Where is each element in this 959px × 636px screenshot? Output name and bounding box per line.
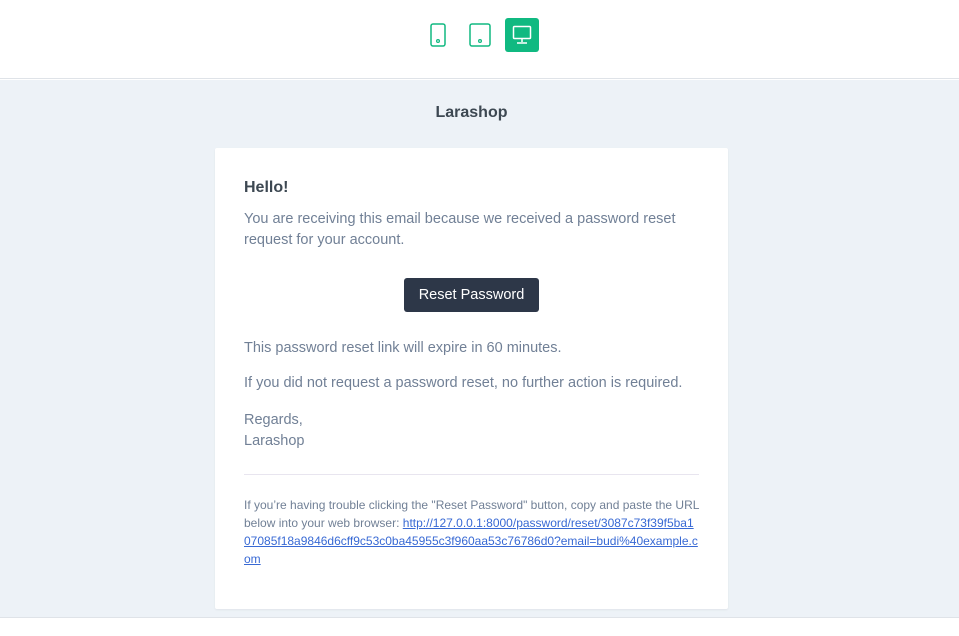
reset-password-button[interactable]: Reset Password xyxy=(404,278,539,312)
greeting: Hello! xyxy=(244,179,289,196)
divider xyxy=(244,474,699,475)
signature: Larashop xyxy=(244,433,305,449)
no-action-text: If you did not request a password reset,… xyxy=(244,375,683,391)
phone-view-button[interactable] xyxy=(421,18,455,52)
device-switcher xyxy=(421,18,547,52)
email-body-card: Hello! You are receiving this email beca… xyxy=(215,148,728,609)
phone-icon xyxy=(430,23,446,47)
desktop-view-button[interactable] xyxy=(505,18,539,52)
signoff: Regards, Larashop xyxy=(244,410,304,452)
tablet-icon xyxy=(469,23,491,47)
email-preview: Larashop Hello! You are receiving this e… xyxy=(0,80,959,618)
regards-text: Regards, xyxy=(244,412,303,428)
brand-header[interactable]: Larashop xyxy=(0,104,943,122)
intro-text: You are receiving this email because we … xyxy=(244,211,676,248)
tablet-view-button[interactable] xyxy=(463,18,497,52)
expire-text: This password reset link will expire in … xyxy=(244,340,562,356)
monitor-icon xyxy=(512,25,532,44)
page-below xyxy=(0,618,959,636)
subcopy: If you’re having trouble clicking the "R… xyxy=(244,496,699,568)
toolbar xyxy=(0,0,959,79)
